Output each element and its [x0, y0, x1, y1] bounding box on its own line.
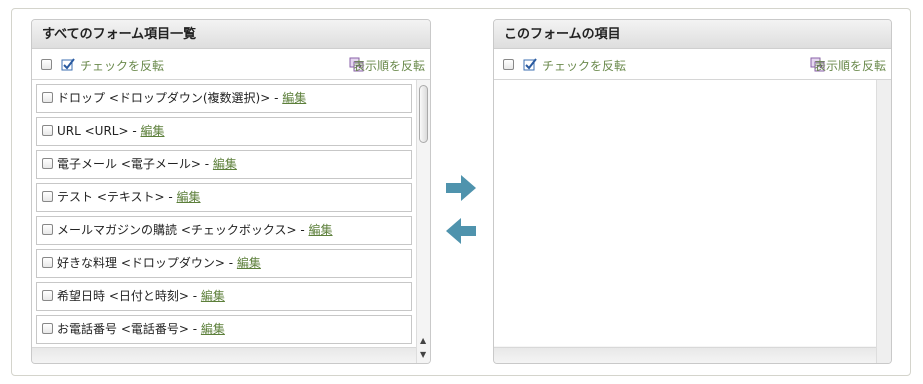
- check-invert-icon[interactable]: [523, 57, 537, 71]
- right-reverse-order-link[interactable]: 表示順を反転: [814, 57, 886, 74]
- item-checkbox[interactable]: [42, 257, 53, 268]
- left-reverse-order-link[interactable]: 表示順を反転: [353, 57, 425, 74]
- item-checkbox[interactable]: [42, 158, 53, 169]
- this-form-items-panel: このフォームの項目 チェックを反転 表示順を反転: [493, 19, 892, 364]
- right-list-side: [876, 80, 891, 363]
- list-scrollbar[interactable]: ▲ ▼: [416, 80, 430, 363]
- item-checkbox[interactable]: [42, 224, 53, 235]
- item-label: お電話番号 <電話番号> -: [57, 322, 201, 336]
- remove-from-form-button[interactable]: [446, 217, 476, 245]
- edit-link[interactable]: 編集: [213, 157, 237, 171]
- list-item[interactable]: お電話番号 <電話番号> - 編集: [36, 315, 412, 344]
- right-toolbar: チェックを反転 表示順を反転: [494, 49, 891, 80]
- all-items-list: ドロップ <ドロップダウン(複数選択)> - 編集 URL <URL> - 編集…: [32, 80, 416, 348]
- right-select-all-checkbox[interactable]: [503, 59, 514, 70]
- item-label: 電子メール <電子メール> -: [57, 157, 213, 171]
- item-label: 好きな料理 <ドロップダウン> -: [57, 256, 237, 270]
- item-label: テスト <テキスト> -: [57, 190, 177, 204]
- all-items-title: すべてのフォーム項目一覧: [32, 20, 430, 49]
- form-items-list: [494, 80, 876, 346]
- item-checkbox[interactable]: [42, 92, 53, 103]
- scrollbar-thumb[interactable]: [419, 85, 428, 143]
- arrow-right-icon: [446, 175, 476, 201]
- edit-link[interactable]: 編集: [201, 322, 225, 336]
- scroll-up-icon[interactable]: ▲: [420, 336, 426, 345]
- check-invert-icon[interactable]: [61, 57, 75, 71]
- left-toolbar: チェックを反転 表示順を反転: [32, 49, 430, 80]
- item-checkbox[interactable]: [42, 125, 53, 136]
- item-label: メールマガジンの購読 <チェックボックス> -: [57, 223, 309, 237]
- list-item[interactable]: URL <URL> - 編集: [36, 117, 412, 146]
- list-item[interactable]: メールマガジンの購読 <チェックボックス> - 編集: [36, 216, 412, 245]
- list-item[interactable]: ドロップ <ドロップダウン(複数選択)> - 編集: [36, 84, 412, 113]
- item-checkbox[interactable]: [42, 191, 53, 202]
- form-items-title: このフォームの項目: [494, 20, 891, 49]
- list-item[interactable]: テスト <テキスト> - 編集: [36, 183, 412, 212]
- right-panel-footer: [494, 347, 876, 363]
- list-item[interactable]: 希望日時 <日付と時刻> - 編集: [36, 282, 412, 311]
- all-form-items-panel: すべてのフォーム項目一覧 チェックを反転 表示順を反転 ドロップ <ドロップダウ…: [31, 19, 431, 364]
- item-label: URL <URL> -: [57, 124, 141, 138]
- item-checkbox[interactable]: [42, 290, 53, 301]
- edit-link[interactable]: 編集: [201, 289, 225, 303]
- add-to-form-button[interactable]: [446, 174, 476, 202]
- arrow-left-icon: [446, 218, 476, 244]
- edit-link[interactable]: 編集: [282, 91, 306, 105]
- right-check-invert-link[interactable]: チェックを反転: [542, 57, 626, 74]
- edit-link[interactable]: 編集: [237, 256, 261, 270]
- edit-link[interactable]: 編集: [177, 190, 201, 204]
- edit-link[interactable]: 編集: [309, 223, 333, 237]
- list-item[interactable]: 電子メール <電子メール> - 編集: [36, 150, 412, 179]
- item-label: ドロップ <ドロップダウン(複数選択)> -: [57, 91, 283, 105]
- edit-link[interactable]: 編集: [141, 124, 165, 138]
- item-label: 希望日時 <日付と時刻> -: [57, 289, 201, 303]
- left-select-all-checkbox[interactable]: [41, 59, 52, 70]
- scroll-down-icon[interactable]: ▼: [420, 350, 426, 359]
- item-checkbox[interactable]: [42, 323, 53, 334]
- left-panel-footer: [32, 347, 416, 363]
- left-check-invert-link[interactable]: チェックを反転: [80, 57, 164, 74]
- list-item[interactable]: 好きな料理 <ドロップダウン> - 編集: [36, 249, 412, 278]
